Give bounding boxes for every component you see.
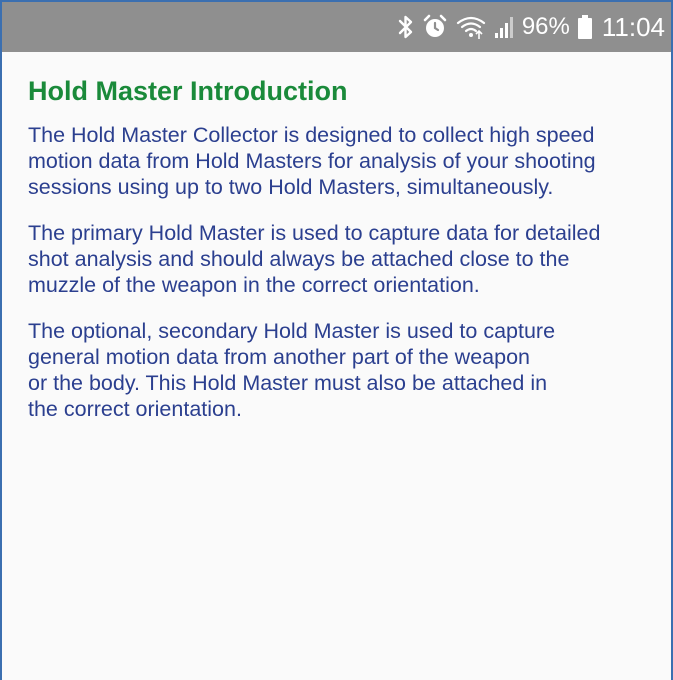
intro-paragraph-1: The Hold Master Collector is designed to… (28, 123, 596, 199)
intro-paragraph-2: The primary Hold Master is used to captu… (28, 221, 601, 297)
status-bar: 96% 11:04 (2, 2, 671, 52)
page-title: Hold Master Introduction (28, 76, 348, 106)
status-clock: 11:04 (601, 11, 665, 42)
battery-percent: 96% (521, 13, 570, 40)
battery-icon (577, 13, 592, 41)
app-screen: 96% 11:04 Hold Master Introduction The H… (0, 0, 673, 680)
intro-paragraph-3: The optional, secondary Hold Master is u… (28, 319, 556, 421)
signal-icon (494, 13, 514, 41)
intro-content: Hold Master Introduction The Hold Master… (2, 52, 671, 422)
wifi-icon (456, 13, 486, 41)
bluetooth-icon (398, 13, 414, 41)
alarm-icon (422, 13, 448, 41)
